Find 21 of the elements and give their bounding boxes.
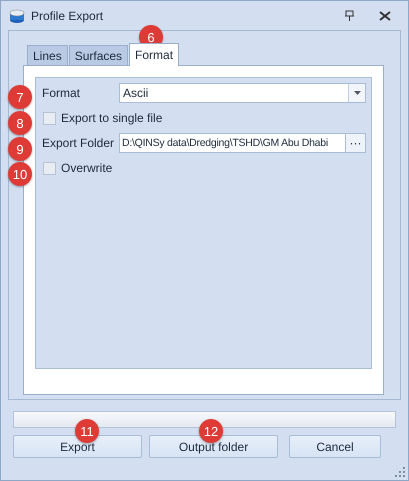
app-icon: [9, 8, 25, 24]
window-title: Profile Export: [31, 8, 104, 22]
dialog-button[interactable]: Cancel: [289, 435, 381, 458]
checkbox-label: Overwrite: [61, 161, 112, 175]
browse-button[interactable]: ···: [346, 133, 366, 153]
pin-icon[interactable]: [344, 10, 354, 21]
folder-path-field[interactable]: D:\QINSy data\Dredging\TSHD\GM Abu Dhabi: [119, 133, 346, 153]
resize-grip-icon[interactable]: [395, 467, 405, 477]
field-label: Format: [42, 86, 82, 100]
tab[interactable]: Surfaces: [68, 45, 128, 65]
field-label: Export Folder: [42, 136, 116, 150]
dialog-button[interactable]: Export: [13, 435, 142, 458]
checkbox-label: Export to single file: [61, 111, 162, 125]
tab[interactable]: Format: [129, 43, 180, 66]
format-dropdown[interactable]: Ascii: [119, 83, 366, 103]
dropdown-arrow-icon: [354, 91, 360, 95]
close-icon[interactable]: [379, 10, 391, 20]
checkbox[interactable]: [43, 112, 56, 124]
tab[interactable]: Lines: [27, 45, 68, 65]
checkbox[interactable]: [43, 162, 56, 174]
dialog-button[interactable]: Output folder: [149, 435, 278, 458]
